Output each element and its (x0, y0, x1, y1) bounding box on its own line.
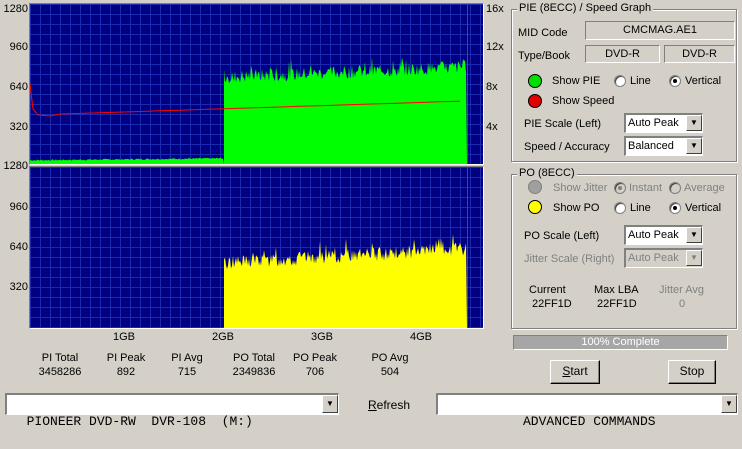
show-jitter-label: Show Jitter (553, 182, 608, 194)
jitter-scale-label: Jitter Scale (Right) (524, 253, 615, 265)
chevron-down-icon[interactable]: ▼ (686, 115, 702, 131)
speed-color-indicator[interactable] (528, 94, 542, 108)
progress-label: 100% Complete (581, 336, 660, 348)
pie-color-indicator[interactable] (528, 74, 542, 88)
type-field: DVD-R (585, 45, 660, 63)
po-graph-canvas (30, 167, 483, 328)
jitter-instant-label: Instant (629, 182, 663, 194)
type-book-label: Type/Book (518, 50, 570, 62)
speed-accuracy-select[interactable]: Balanced ▼ (624, 136, 703, 156)
pie-scale-label: PIE Scale (Left) (524, 118, 602, 130)
chevron-down-icon[interactable]: ▼ (322, 395, 338, 413)
pie-area-early (30, 157, 224, 164)
po-line-label[interactable]: Line (630, 202, 651, 214)
refresh-link[interactable]: Refresh (368, 398, 410, 412)
pie-y-label: 640 (9, 81, 28, 93)
pie-y-label: 1280 (3, 3, 28, 15)
stat-po-total-value: 2349836 (232, 366, 276, 378)
stat-pi-avg-label: PI Avg (171, 352, 203, 364)
pie-vertical-radio[interactable] (669, 75, 681, 87)
pie-line-label[interactable]: Line (630, 75, 651, 87)
jitter-scale-select: Auto Peak ▼ (624, 248, 703, 268)
x-axis-label: 2GB (211, 331, 234, 343)
mid-code-label: MID Code (518, 27, 568, 39)
speed-y-label: 16x (486, 3, 504, 15)
stat-pi-total-label: PI Total (41, 352, 79, 364)
max-lba-value: 22FF1D (597, 298, 637, 310)
pie-speed-group-title: PIE (8ECC) / Speed Graph (517, 2, 654, 14)
po-y-label: 1280 (3, 160, 28, 172)
jitter-average-radio (669, 182, 681, 194)
progress-bar: 100% Complete (513, 335, 728, 350)
start-button[interactable]: Start (550, 360, 600, 384)
stat-po-total-label: PO Total (233, 352, 275, 364)
po-group-title: PO (8ECC) (517, 167, 577, 179)
po-scale-label: PO Scale (Left) (524, 230, 600, 242)
x-axis-label: 4GB (409, 331, 432, 343)
stat-po-avg-value: 504 (380, 366, 400, 378)
stat-pi-total-value: 3458286 (38, 366, 82, 378)
drive-select[interactable]: PIONEER DVD-RW DVR-108 (M:) ▼ (5, 393, 339, 429)
show-pie-label[interactable]: Show PIE (552, 75, 600, 87)
pie-graph (30, 4, 483, 164)
x-axis-label: 1GB (112, 331, 135, 343)
speed-accuracy-label: Speed / Accuracy (524, 141, 610, 153)
chevron-down-icon: ▼ (686, 250, 702, 266)
speed-y-label: 8x (486, 81, 498, 93)
pie-scale-value: Auto Peak (628, 117, 679, 129)
current-label: Current (529, 284, 566, 296)
advanced-commands-value: ADVANCED COMMANDS (522, 414, 656, 429)
po-vertical-label[interactable]: Vertical (685, 202, 721, 214)
max-lba-label: Max LBA (594, 284, 639, 296)
drive-select-value: PIONEER DVD-RW DVR-108 (M:) (26, 414, 253, 429)
show-speed-label[interactable]: Show Speed (552, 95, 614, 107)
chevron-down-icon[interactable]: ▼ (686, 138, 702, 154)
jitter-avg-label: Jitter Avg (659, 284, 705, 296)
stat-po-peak-value: 706 (305, 366, 325, 378)
po-scale-select[interactable]: Auto Peak ▼ (624, 225, 703, 245)
stat-pi-peak-label: PI Peak (106, 352, 146, 364)
x-axis-label: 3GB (310, 331, 333, 343)
jitter-scale-value: Auto Peak (628, 252, 679, 264)
pie-graph-canvas (30, 4, 483, 164)
speed-y-label: 4x (486, 121, 498, 133)
po-scale-value: Auto Peak (628, 229, 679, 241)
po-line-radio[interactable] (614, 202, 626, 214)
stop-button-label: Stop (679, 364, 705, 378)
pie-line-radio[interactable] (614, 75, 626, 87)
pie-y-label: 960 (9, 41, 28, 53)
po-y-label: 640 (9, 241, 28, 253)
po-vertical-radio[interactable] (669, 202, 681, 214)
start-button-label: Start (562, 364, 588, 378)
po-graph (30, 167, 483, 328)
stat-pi-avg-value: 715 (177, 366, 197, 378)
stat-po-peak-label: PO Peak (292, 352, 338, 364)
pie-vertical-label[interactable]: Vertical (685, 75, 721, 87)
jitter-color-indicator (528, 180, 542, 194)
current-value: 22FF1D (532, 298, 572, 310)
po-y-label: 960 (9, 201, 28, 213)
advanced-commands-select[interactable]: ADVANCED COMMANDS ▼ (436, 393, 738, 429)
chevron-down-icon[interactable]: ▼ (686, 227, 702, 243)
mid-code-field: CMCMAG.AE1 (585, 21, 735, 40)
stat-pi-peak-value: 892 (116, 366, 136, 378)
po-y-label: 320 (9, 281, 28, 293)
jitter-instant-radio (614, 182, 626, 194)
jitter-avg-value: 0 (679, 298, 686, 310)
stat-po-avg-label: PO Avg (371, 352, 409, 364)
chevron-down-icon[interactable]: ▼ (721, 395, 737, 413)
stop-button[interactable]: Stop (668, 360, 716, 384)
jitter-average-label: Average (684, 182, 725, 194)
speed-accuracy-value: Balanced (628, 140, 674, 152)
speed-y-label: 12x (486, 41, 504, 53)
pie-y-label: 320 (9, 121, 28, 133)
show-po-label[interactable]: Show PO (553, 202, 599, 214)
po-color-indicator[interactable] (528, 200, 542, 214)
book-field: DVD-R (664, 45, 735, 63)
pie-scale-select[interactable]: Auto Peak ▼ (624, 113, 703, 133)
